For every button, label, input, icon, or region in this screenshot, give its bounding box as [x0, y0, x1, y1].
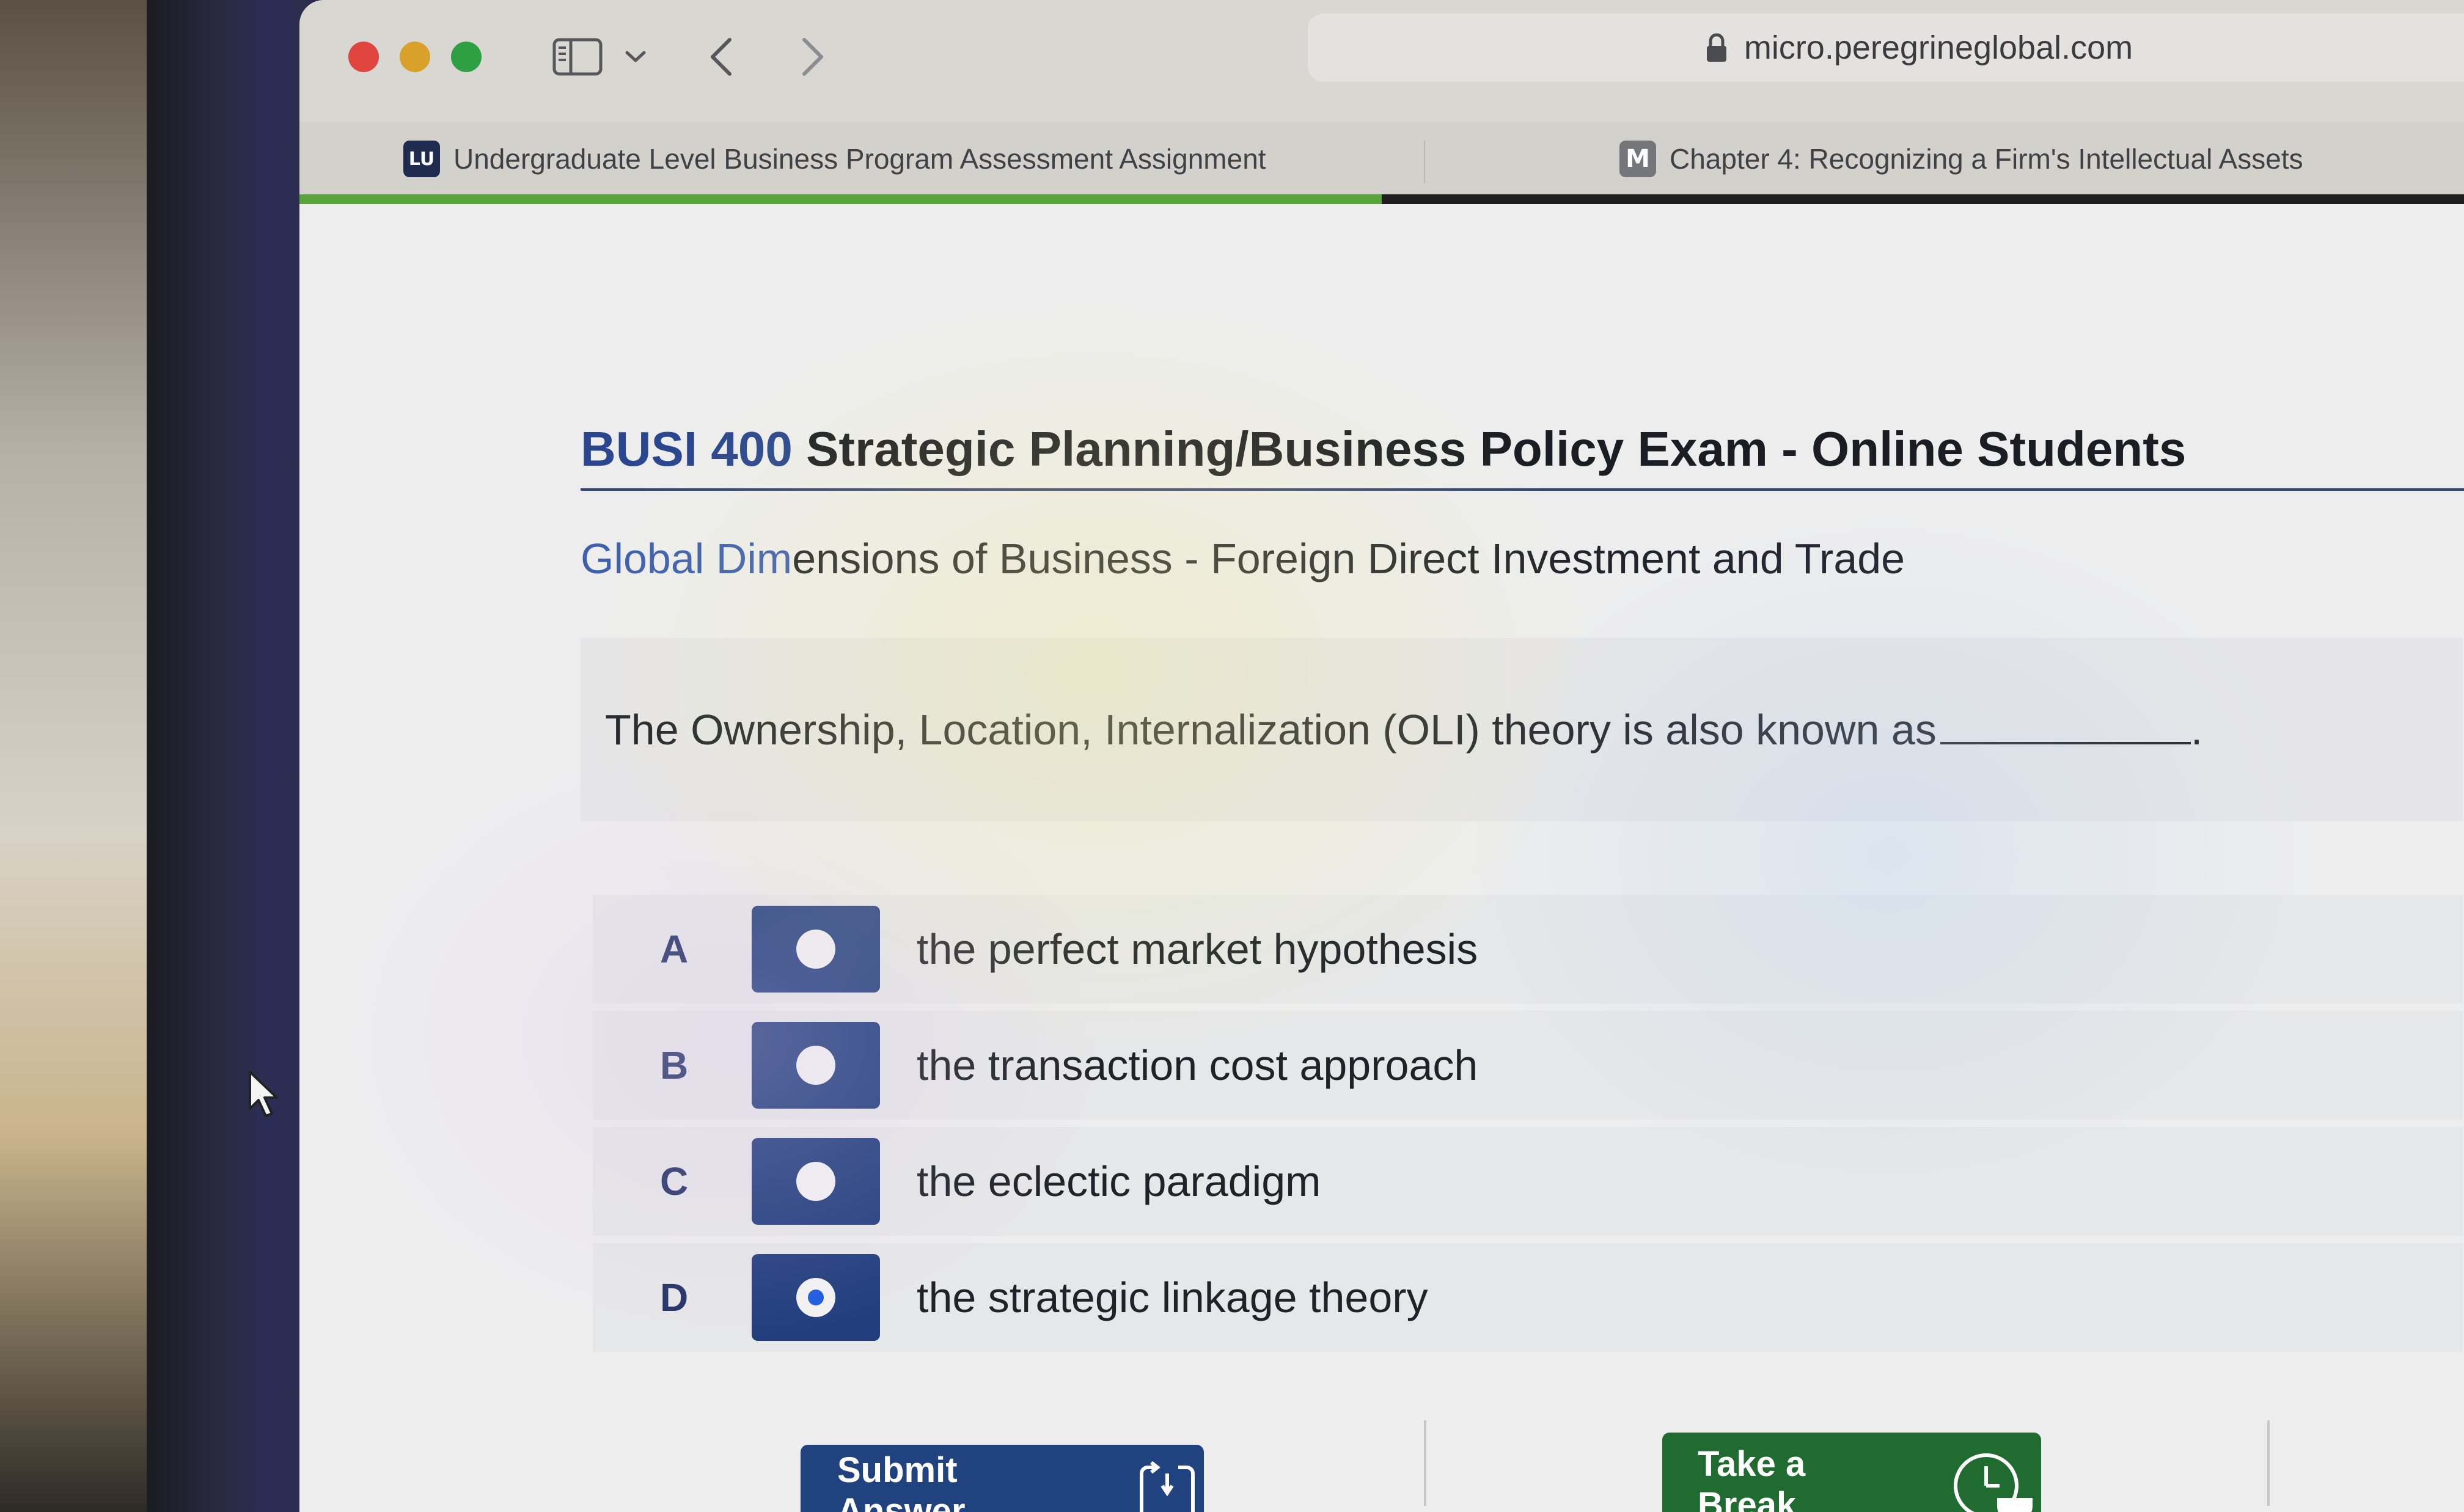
m-favicon-icon: M [1619, 141, 1656, 177]
take-a-break-button[interactable]: Take a Break [1662, 1433, 2041, 1512]
tab-label: Chapter 4: Recognizing a Firm's Intellec… [1670, 143, 2303, 175]
tab-strip: LU Undergraduate Level Business Program … [299, 122, 2464, 196]
radio-dot-selected-icon [796, 1278, 835, 1317]
option-a-radio[interactable] [752, 906, 880, 993]
radio-dot-icon [796, 1162, 835, 1201]
url-text: micro.peregrineglobal.com [1744, 29, 2133, 66]
tab-chapter-4[interactable]: M Chapter 4: Recognizing a Firm's Intell… [1619, 122, 2464, 196]
option-text: the eclectic paradigm [917, 1158, 1321, 1205]
section-title-text: ensions of Business - Foreign Direct Inv… [792, 535, 1905, 582]
question-text: The Ownership, Location, Internalization… [581, 705, 2202, 754]
minimize-window-button[interactable] [400, 42, 430, 72]
question-stem: The Ownership, Location, Internalization… [605, 706, 1937, 754]
clock-coffee-icon [1949, 1448, 2041, 1512]
option-d[interactable]: D the strategic linkage theory [593, 1243, 2463, 1352]
option-letter: D [660, 1275, 689, 1319]
submit-answer-label: Submit Answer [837, 1450, 966, 1512]
option-c-radio[interactable] [752, 1138, 880, 1225]
submit-answer-button[interactable]: Submit Answer [801, 1445, 1204, 1512]
page-title: BUSI 400 Strategic Planning/Business Pol… [581, 421, 2464, 491]
option-text: the perfect market hypothesis [917, 925, 1478, 973]
question-end-punctuation: . [2190, 706, 2203, 754]
exam-page: BUSI 400 Strategic Planning/Business Pol… [299, 204, 2464, 1512]
option-letter: A [660, 927, 689, 971]
section-title: Global Dimensions of Business - Foreign … [581, 534, 1905, 583]
option-letter: C [660, 1159, 689, 1203]
option-c[interactable]: C the eclectic paradigm [593, 1127, 2463, 1236]
tab-assessment-assignment[interactable]: LU Undergraduate Level Business Program … [403, 122, 1338, 196]
option-b-radio[interactable] [752, 1022, 880, 1109]
tab-group-menu-button[interactable] [617, 29, 654, 84]
address-bar[interactable]: micro.peregrineglobal.com [1308, 13, 2464, 82]
browser-window: micro.peregrineglobal.com LU Undergradua… [299, 0, 2464, 1512]
tab-label: Undergraduate Level Business Program Ass… [453, 143, 1266, 175]
course-code: BUSI 400 [581, 422, 793, 476]
radio-dot-icon [796, 930, 835, 969]
answer-blank [1940, 709, 2191, 744]
back-button[interactable] [697, 29, 746, 84]
chevron-left-icon [711, 38, 732, 76]
lock-icon [1705, 32, 1728, 63]
option-a[interactable]: A the perfect market hypothesis [593, 895, 2463, 1004]
option-d-radio[interactable] [752, 1254, 880, 1341]
option-letter: B [660, 1043, 689, 1087]
option-text: the strategic linkage theory [917, 1274, 1428, 1321]
mouse-pointer-icon [248, 1070, 282, 1121]
close-window-button[interactable] [348, 42, 379, 72]
sidebar-icon [552, 38, 603, 76]
sidebar-toggle-button[interactable] [544, 29, 611, 84]
lu-logo-icon: LU [403, 141, 440, 177]
footer-divider [1424, 1420, 1426, 1506]
chevron-right-icon [802, 38, 823, 76]
page-load-progress-fill [299, 194, 1382, 204]
answer-options: A the perfect market hypothesis B the tr… [593, 895, 2463, 1359]
browser-titlebar: micro.peregrineglobal.com [299, 0, 2464, 122]
take-a-break-label: Take a Break [1698, 1444, 1806, 1512]
footer-divider [2267, 1420, 2270, 1506]
chevron-down-icon [625, 51, 646, 62]
tab-divider [1424, 141, 1425, 183]
radio-dot-icon [796, 1046, 835, 1085]
page-load-progress [299, 194, 2464, 204]
section-title-highlight: Global Dim [581, 535, 793, 582]
option-b[interactable]: B the transaction cost approach [593, 1011, 2463, 1120]
forward-button[interactable] [788, 29, 837, 84]
option-text: the transaction cost approach [917, 1041, 1478, 1089]
question-panel: The Ownership, Location, Internalization… [581, 638, 2463, 821]
exam-title-text: Strategic Planning/Business Policy Exam … [792, 422, 2187, 476]
zoom-window-button[interactable] [451, 42, 482, 72]
submit-arrows-icon [1131, 1461, 1204, 1512]
